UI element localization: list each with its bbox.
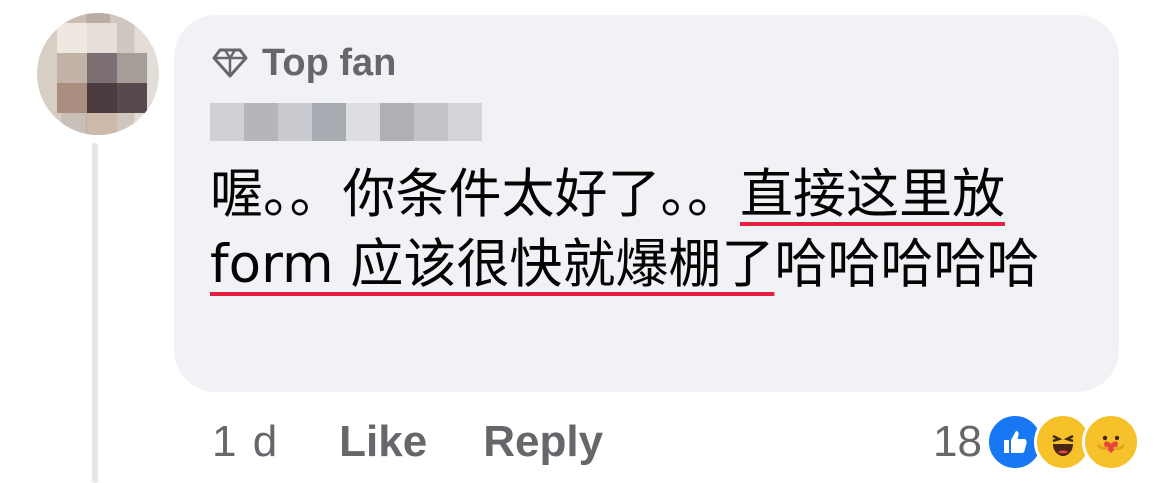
comment-actions: 1 d Like Reply <box>212 412 659 472</box>
care-reaction-icon <box>1082 413 1140 471</box>
comment-text-part-2: 哈哈哈哈哈 <box>774 234 1040 295</box>
reactions-summary[interactable]: 18 <box>933 412 1140 472</box>
thread-line <box>92 143 98 483</box>
author-name-blurred[interactable] <box>210 103 482 141</box>
badge-label: Top fan <box>262 41 397 84</box>
reply-button[interactable]: Reply <box>483 417 603 467</box>
top-fan-badge[interactable]: Top fan <box>212 40 396 86</box>
comment-text-part-1: 喔。。你条件太好了。。 <box>210 164 740 225</box>
like-button[interactable]: Like <box>339 417 427 467</box>
comment-text: 喔。。你条件太好了。。直接这里放 form 应该很快就爆棚了哈哈哈哈哈 <box>210 160 1090 300</box>
avatar[interactable] <box>37 13 159 135</box>
diamond-icon <box>212 48 248 78</box>
reaction-count: 18 <box>933 417 982 466</box>
timestamp[interactable]: 1 d <box>212 417 279 467</box>
